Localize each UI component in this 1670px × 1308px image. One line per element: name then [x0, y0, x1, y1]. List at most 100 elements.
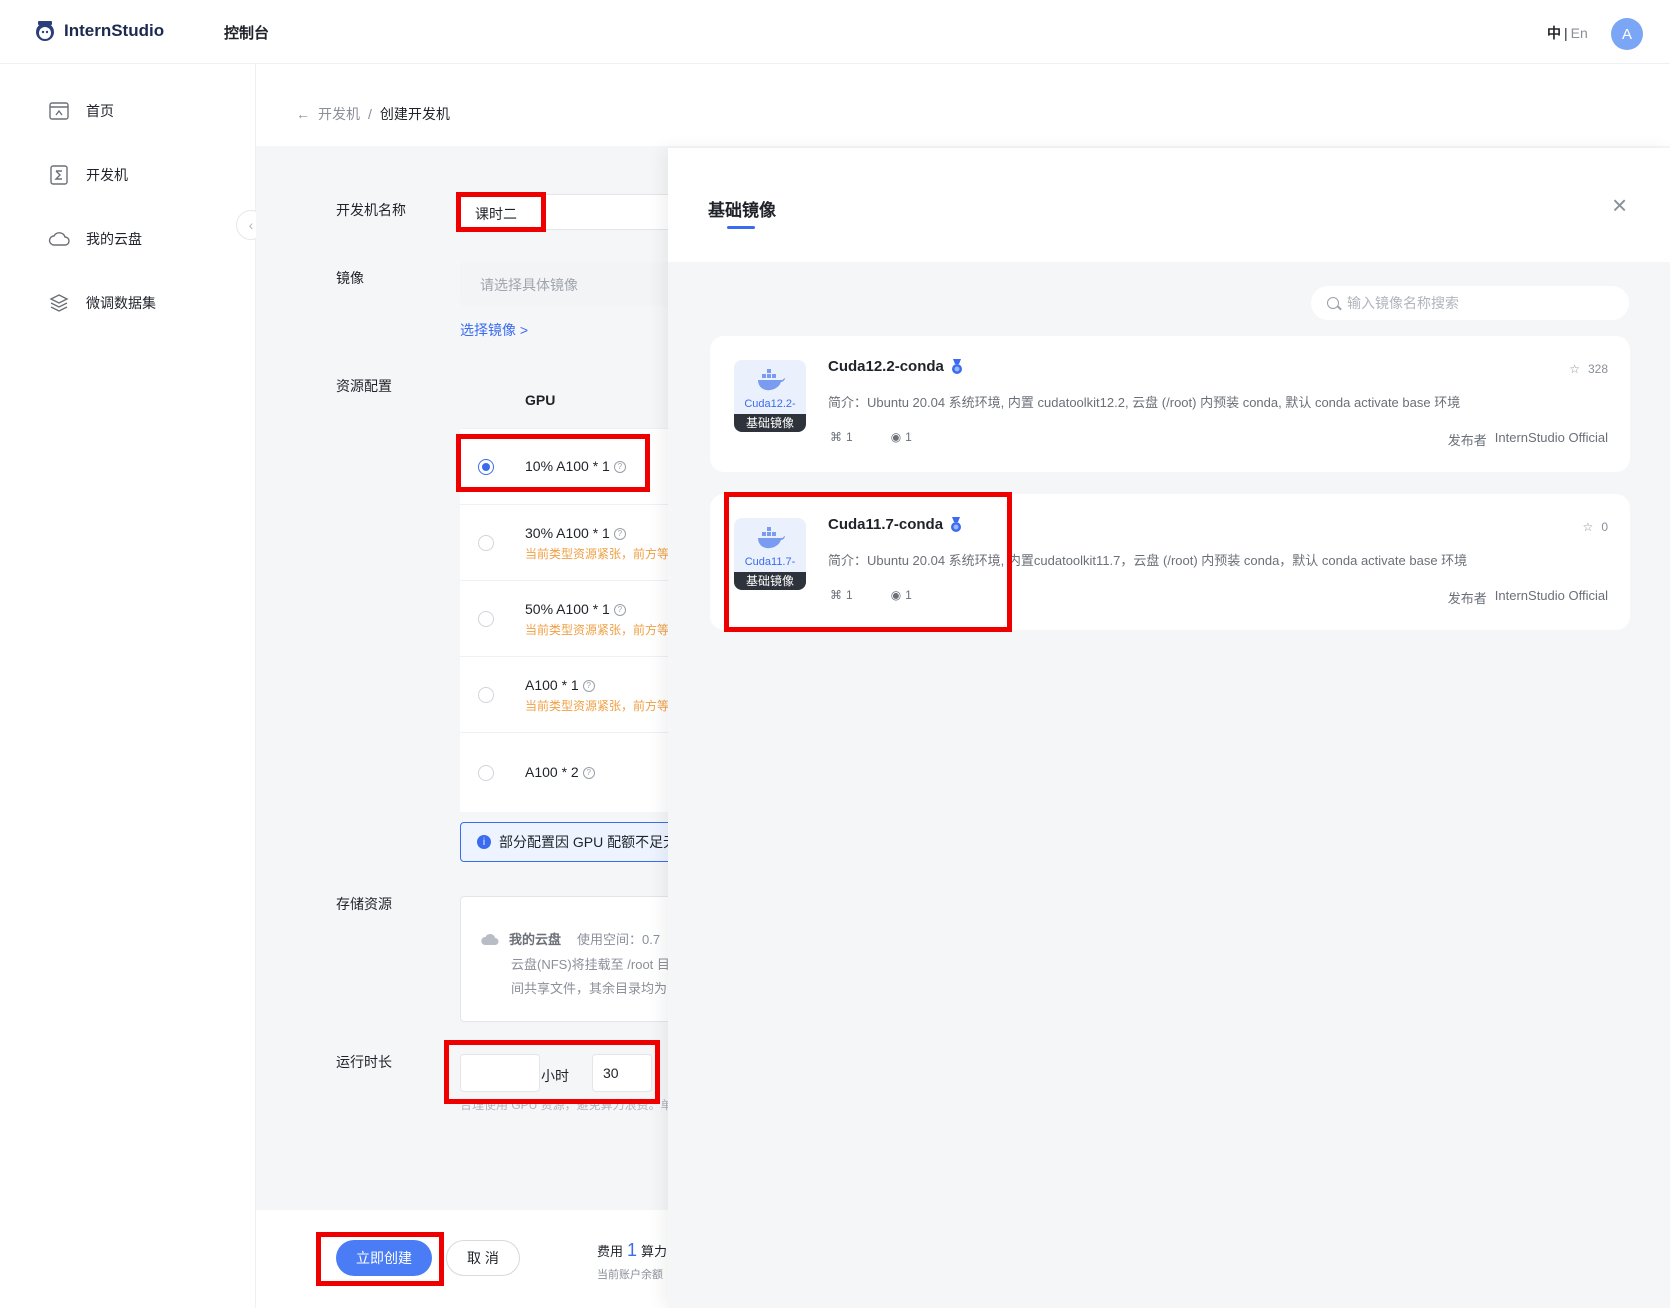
fork-count-value: 1 [846, 430, 853, 444]
layers-icon [49, 294, 69, 312]
star-button[interactable]: ☆ 328 [1569, 362, 1608, 376]
star-count: 0 [1601, 520, 1608, 534]
close-icon[interactable]: × [1612, 192, 1627, 218]
info-icon: i [477, 835, 491, 849]
view-count-value: 1 [905, 430, 912, 444]
language-switch[interactable]: 中 | En [1547, 23, 1588, 43]
sidebar-item-cloud-disk[interactable]: 我的云盘 [48, 228, 142, 250]
publisher-label: 发布者 [1447, 433, 1487, 448]
drawer-header: 基础镜像 × [668, 148, 1670, 262]
image-name: Cuda12.2-conda [828, 358, 944, 375]
logo[interactable]: InternStudio [32, 18, 164, 44]
help-icon[interactable]: ? [613, 528, 626, 541]
star-icon: ☆ [1582, 520, 1594, 534]
storage-usage: 使用空间：0.7 [577, 932, 661, 947]
gpu-warning: 当前类型资源紧张，前方等 [525, 547, 670, 561]
fee-label: 费用 [597, 1244, 624, 1259]
top-bar: InternStudio 控制台 中 | En A [0, 0, 1670, 64]
avatar[interactable]: A [1611, 18, 1643, 50]
fork-icon: ⌘ [830, 430, 842, 444]
help-icon[interactable]: ? [613, 604, 626, 617]
gpu-option-row[interactable]: A100 * 2? [460, 732, 680, 812]
star-button[interactable]: ☆ 0 [1583, 520, 1608, 534]
breadcrumb-parent[interactable]: 开发机 [318, 104, 360, 124]
sidebar-item-label: 首页 [86, 103, 114, 119]
fee-unit: 算力 [641, 1244, 668, 1259]
storage-label: 存储资源 [336, 896, 392, 912]
breadcrumb-bar [256, 64, 1670, 146]
sidebar-item-datasets[interactable]: 微调数据集 [48, 292, 156, 314]
gpu-option-row[interactable]: 30% A100 * 1? 当前类型资源紧张，前方等 [460, 504, 680, 580]
gpu-radio[interactable] [478, 535, 494, 551]
thumbnail-tag: 基础镜像 [734, 414, 806, 432]
sidebar-item-label: 微调数据集 [86, 295, 156, 311]
brand-name: InternStudio [64, 21, 165, 40]
eye-icon: ◉ [890, 430, 902, 444]
image-card[interactable]: Cuda12.2- 基础镜像 Cuda12.2-conda 简介：Ubuntu … [710, 336, 1630, 472]
tab-underline [727, 226, 755, 229]
cloud-icon [48, 232, 70, 246]
gpu-option-label: A100 * 2 [525, 764, 579, 780]
image-search-input[interactable]: 输入镜像名称搜索 [1311, 286, 1629, 320]
official-medal-icon [951, 358, 962, 374]
gpu-radio[interactable] [478, 765, 494, 781]
lang-en[interactable]: En [1571, 25, 1588, 41]
help-icon[interactable]: ? [582, 680, 595, 693]
cloud-icon [481, 933, 499, 945]
search-placeholder: 输入镜像名称搜索 [1347, 295, 1459, 311]
storage-desc-line: 云盘(NFS)将挂载至 /root 目 [511, 957, 670, 972]
resource-label: 资源配置 [336, 378, 392, 394]
gpu-notice-text: 部分配置因 GPU 配额不足无 [499, 834, 678, 850]
lang-zh[interactable]: 中 [1547, 25, 1561, 41]
gpu-option-row[interactable]: 50% A100 * 1? 当前类型资源紧张，前方等 [460, 580, 680, 656]
help-icon[interactable]: ? [582, 767, 595, 780]
cancel-button[interactable]: 取 消 [446, 1240, 520, 1276]
sidebar-item-label: 我的云盘 [86, 231, 142, 247]
image-description: 简介：Ubuntu 20.04 系统环境, 内置 cudatoolkit12.2… [828, 395, 1461, 410]
star-icon: ☆ [1569, 362, 1580, 376]
thumbnail-name: Cuda12.2- [744, 398, 796, 410]
lang-separator: | [1564, 25, 1568, 41]
gpu-radio[interactable] [478, 687, 494, 703]
image-select[interactable]: 请选择具体镜像 [460, 262, 680, 306]
highlight-box-runtime [444, 1040, 660, 1104]
gpu-column-header: GPU [525, 392, 556, 408]
publisher-name: InternStudio Official [1494, 588, 1608, 603]
image-thumbnail: Cuda12.2- 基础镜像 [734, 360, 806, 432]
name-label: 开发机名称 [336, 202, 406, 218]
breadcrumb-current: 创建开发机 [379, 106, 450, 122]
search-icon [1327, 297, 1339, 309]
home-icon [49, 102, 69, 120]
console-link[interactable]: 控制台 [224, 22, 269, 43]
star-count: 328 [1587, 362, 1608, 376]
breadcrumb: ← 开发机 / 创建开发机 [296, 104, 450, 124]
gpu-radio[interactable] [478, 611, 494, 627]
storage-title: 我的云盘 [509, 932, 562, 947]
terminal-icon [50, 165, 68, 185]
runtime-label: 运行时长 [336, 1054, 392, 1070]
gpu-option-label: 30% A100 * 1 [525, 525, 610, 541]
gpu-warning: 当前类型资源紧张，前方等 [525, 623, 670, 637]
back-arrow-icon[interactable]: ← [296, 106, 310, 122]
image-label: 镜像 [336, 270, 364, 286]
highlight-box-image [724, 492, 1012, 632]
choose-image-link[interactable]: 选择镜像 > [460, 320, 528, 340]
drawer-title[interactable]: 基础镜像 [708, 196, 776, 221]
gpu-warning: 当前类型资源紧张，前方等 [525, 699, 670, 713]
sidebar-item-label: 开发机 [86, 167, 128, 183]
sidebar-item-home[interactable]: 首页 [48, 100, 114, 122]
gpu-table-header: GPU [460, 370, 680, 428]
sidebar-item-devmachine[interactable]: 开发机 [48, 164, 128, 186]
fee-value: 1 [627, 1240, 638, 1260]
storage-card: 我的云盘 使用空间：0.7 云盘(NFS)将挂载至 /root 目 间共享文件，… [460, 896, 680, 1022]
sidebar: 首页 开发机 我的云盘 微调数据集 [0, 64, 256, 1308]
view-count: ◉ 1 [891, 430, 912, 444]
chevron-left-icon: ‹ [248, 217, 254, 233]
gpu-option-label: 50% A100 * 1 [525, 601, 610, 617]
publisher-name: InternStudio Official [1494, 430, 1608, 445]
highlight-box-name [456, 192, 546, 232]
gpu-notice: i 部分配置因 GPU 配额不足无 [460, 822, 680, 862]
fork-count: ⌘ 1 [830, 430, 853, 444]
gpu-option-row[interactable]: A100 * 1? 当前类型资源紧张，前方等 [460, 656, 680, 732]
docker-icon [758, 369, 785, 391]
